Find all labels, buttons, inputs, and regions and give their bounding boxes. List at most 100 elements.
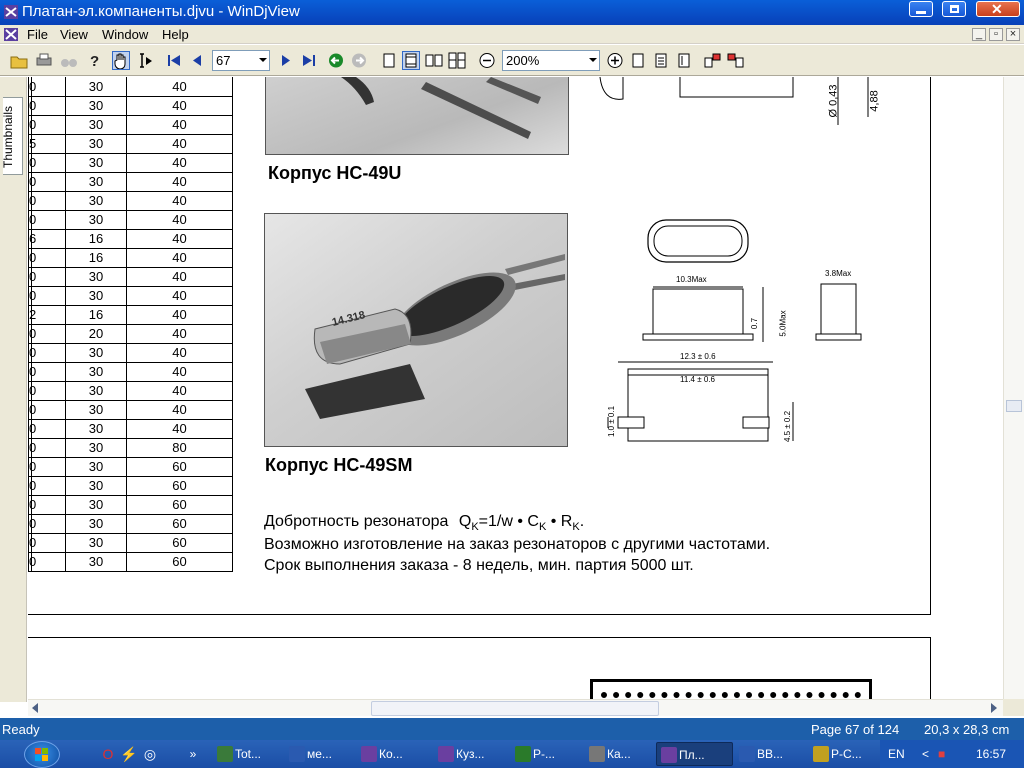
next-page-button[interactable] bbox=[277, 51, 295, 70]
table-cell: 60 bbox=[172, 478, 187, 493]
page-number-field[interactable]: 67 bbox=[212, 50, 270, 71]
quicklaunch-browser-icon[interactable]: ◎ bbox=[142, 746, 158, 762]
continuous-facing-icon bbox=[448, 52, 466, 69]
prev-page-button[interactable] bbox=[188, 51, 206, 70]
fit-page-button[interactable] bbox=[629, 51, 647, 70]
table-cell: 40 bbox=[172, 212, 187, 227]
q-formula-mid2: • R bbox=[546, 513, 573, 530]
table-cell: 2 bbox=[29, 307, 37, 322]
table-cell: 40 bbox=[172, 421, 187, 436]
taskbar-button[interactable]: ВВ... bbox=[735, 742, 807, 766]
tab-thumbnails[interactable]: Thumbnails bbox=[1, 97, 23, 175]
taskbar-button[interactable]: Пл... bbox=[656, 742, 733, 766]
windows-logo-icon bbox=[35, 748, 48, 761]
find-button[interactable] bbox=[60, 51, 78, 70]
frequency-table: 0 30 40 0 30 40 0 30 40 5 30 40 0 30 40 0 30 40 0 30 40 0 30 40… bbox=[28, 77, 233, 572]
table-cell: 60 bbox=[172, 535, 187, 550]
zoom-out-button[interactable] bbox=[478, 51, 496, 70]
hand-tool-button[interactable] bbox=[112, 51, 130, 70]
title-bar[interactable]: Платан-эл.компаненты.djvu - WinDjView ✕ bbox=[0, 0, 1024, 25]
system-tray: EN < ■ 16:57 bbox=[880, 740, 1024, 768]
scroll-left-icon[interactable] bbox=[32, 703, 38, 713]
scroll-right-icon[interactable] bbox=[991, 703, 997, 713]
q-factor-text: Добротность резонатора bbox=[264, 513, 449, 530]
table-cell: 0 bbox=[29, 554, 37, 569]
table-row: 0 20 40 bbox=[28, 326, 233, 345]
menu-help[interactable]: Help bbox=[162, 27, 189, 42]
table-cell: 30 bbox=[88, 402, 104, 417]
table-cell: 40 bbox=[172, 193, 187, 208]
clock: 16:57 bbox=[976, 747, 1007, 761]
taskbar-button-label: Ка... bbox=[607, 747, 631, 761]
horizontal-scrollbar[interactable] bbox=[28, 699, 1003, 716]
print-button[interactable] bbox=[35, 51, 53, 70]
table-cell: 0 bbox=[29, 402, 37, 417]
fit-width-button[interactable] bbox=[652, 51, 670, 70]
restore-button[interactable] bbox=[942, 1, 966, 17]
table-cell: 30 bbox=[88, 98, 104, 113]
quicklaunch-more-icon[interactable]: » bbox=[185, 746, 201, 762]
table-row: 0 30 60 bbox=[28, 516, 233, 535]
vertical-scroll-thumb[interactable] bbox=[1006, 400, 1022, 412]
table-cell: 16 bbox=[88, 307, 104, 322]
document-view[interactable]: 0 30 40 0 30 40 0 30 40 5 30 40 0 30 40 0 30 40 0 30 40 0 30 40… bbox=[28, 77, 1003, 699]
taskbar-button[interactable]: P-C... bbox=[809, 742, 877, 766]
menu-file[interactable]: File bbox=[27, 27, 48, 42]
menu-view[interactable]: View bbox=[60, 27, 88, 42]
continuous-facing-button[interactable] bbox=[448, 51, 466, 70]
app-icon bbox=[813, 746, 829, 762]
single-page-button[interactable] bbox=[380, 51, 398, 70]
table-cell: 40 bbox=[172, 364, 187, 379]
taskbar-button[interactable]: Tot... bbox=[213, 742, 283, 766]
tray-arrow-icon[interactable]: < bbox=[922, 747, 929, 761]
rotate-right-button[interactable] bbox=[727, 51, 745, 70]
actual-size-button[interactable] bbox=[675, 51, 693, 70]
doc-close-button[interactable]: × bbox=[1006, 28, 1020, 41]
language-indicator[interactable]: EN bbox=[888, 747, 905, 761]
close-button[interactable]: ✕ bbox=[976, 1, 1020, 17]
quicklaunch-lightning-icon[interactable]: ⚡ bbox=[120, 746, 137, 762]
chevron-down-icon[interactable] bbox=[589, 58, 597, 62]
taskbar-button[interactable]: Р-... bbox=[511, 742, 583, 766]
zoom-in-button[interactable] bbox=[606, 51, 624, 70]
doc-minimize-button[interactable]: _ bbox=[972, 28, 986, 41]
first-page-button[interactable] bbox=[165, 51, 183, 70]
table-cell: 30 bbox=[88, 440, 104, 455]
table-row: 0 30 40 bbox=[28, 288, 233, 307]
vertical-scrollbar[interactable] bbox=[1003, 77, 1024, 699]
table-cell: 0 bbox=[29, 326, 37, 341]
taskbar-button[interactable]: Куз... bbox=[434, 742, 509, 766]
rotate-left-button[interactable] bbox=[704, 51, 722, 70]
quicklaunch-opera-icon[interactable]: O bbox=[100, 746, 116, 762]
start-button[interactable] bbox=[24, 741, 60, 768]
table-row: 2 16 40 bbox=[28, 307, 233, 326]
menu-window[interactable]: Window bbox=[102, 27, 148, 42]
taskbar-button[interactable]: ме... bbox=[285, 742, 355, 766]
select-tool-button[interactable] bbox=[137, 51, 155, 70]
open-button[interactable] bbox=[10, 51, 28, 70]
tab-thumbnails-label: Thumbnails bbox=[1, 105, 16, 169]
chevron-down-icon[interactable] bbox=[259, 58, 267, 62]
table-cell: 0 bbox=[29, 535, 37, 550]
back-button[interactable] bbox=[327, 51, 345, 70]
last-page-button[interactable] bbox=[300, 51, 318, 70]
zoom-field[interactable]: 200% bbox=[502, 50, 600, 71]
custom-order-line: Возможно изготовление на заказ резонатор… bbox=[264, 536, 771, 553]
fit-page-icon bbox=[632, 53, 644, 68]
table-row: 0 30 60 bbox=[28, 535, 233, 554]
taskbar-button[interactable]: Ко... bbox=[357, 742, 432, 766]
taskbar-button[interactable]: Ка... bbox=[585, 742, 655, 766]
forward-button[interactable] bbox=[350, 51, 368, 70]
minimize-button[interactable] bbox=[909, 1, 933, 17]
horizontal-scroll-thumb[interactable] bbox=[371, 701, 659, 716]
continuous-button[interactable] bbox=[402, 51, 420, 70]
toolbar: ? 67 200% bbox=[0, 45, 1024, 76]
table-cell: 40 bbox=[172, 231, 187, 246]
help-button[interactable]: ? bbox=[85, 51, 103, 70]
tray-alert-icon[interactable]: ■ bbox=[938, 747, 945, 761]
facing-button[interactable] bbox=[425, 51, 443, 70]
document-icon[interactable] bbox=[3, 27, 19, 42]
table-cell: 0 bbox=[29, 497, 37, 512]
doc-restore-button[interactable]: ▫ bbox=[989, 28, 1003, 41]
table-cell: 0 bbox=[29, 79, 37, 94]
